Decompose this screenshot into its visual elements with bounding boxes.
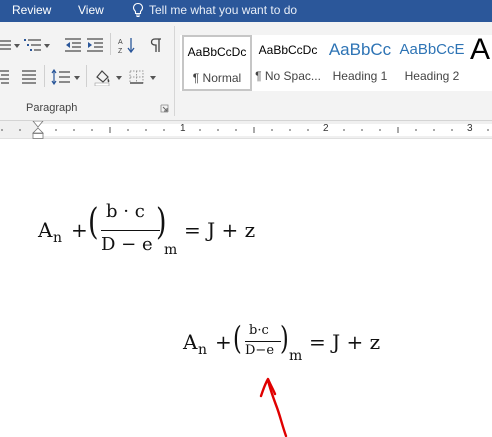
style-sample: AaBbCcE: [399, 41, 465, 58]
line-spacing-button[interactable]: [50, 67, 72, 87]
bullets-icon: [0, 40, 11, 50]
dialog-launcher-icon[interactable]: [160, 104, 169, 113]
eq-numerator: b·c: [249, 323, 269, 338]
eq-right-side: = J + z: [184, 218, 256, 242]
ruler-number: 2: [323, 123, 329, 134]
increase-indent-button[interactable]: [84, 35, 106, 55]
shading-button[interactable]: [92, 67, 114, 87]
eq-variable-a: A: [38, 218, 53, 242]
chevron-down-icon[interactable]: [14, 44, 20, 48]
shading-icon: [94, 70, 110, 86]
svg-text:A: A: [118, 39, 123, 46]
eq-denominator: D − e: [101, 234, 153, 255]
ribbon: A Z Paragraph AaBbCcDc ¶ Normal AaBbCcDc…: [0, 22, 492, 121]
tab-view[interactable]: View: [78, 3, 104, 17]
align-right-button[interactable]: [0, 67, 16, 87]
svg-text:Z: Z: [118, 48, 123, 54]
style-title[interactable]: A: [470, 35, 492, 91]
group-separator: [174, 26, 175, 116]
chevron-down-icon[interactable]: [44, 44, 50, 48]
align-right-icon: [0, 70, 9, 84]
ribbon-tab-bar: Review View Tell me what you want to do: [0, 0, 492, 22]
chevron-down-icon[interactable]: [74, 76, 80, 80]
eq-subscript-m: m: [289, 348, 303, 364]
style-heading-1[interactable]: AaBbCc Heading 1: [326, 35, 394, 91]
eq-denominator: D−e: [245, 343, 275, 358]
chevron-down-icon[interactable]: [150, 76, 156, 80]
style-sample: A: [470, 35, 491, 66]
eq-fraction-bar: [101, 230, 160, 232]
divider: [110, 33, 111, 55]
increase-indent-icon: [87, 38, 103, 52]
ruler-number: 3: [467, 123, 473, 134]
chevron-down-icon[interactable]: [116, 76, 122, 80]
style-no-spacing[interactable]: AaBbCcDc ¶ No Spac...: [254, 35, 322, 91]
justify-button[interactable]: [18, 67, 40, 87]
eq-right-paren: ): [156, 202, 167, 243]
justify-icon: [22, 70, 36, 84]
eq-subscript-m: m: [164, 242, 178, 258]
eq-numerator: b · c: [106, 201, 145, 222]
style-normal[interactable]: AaBbCcDc ¶ Normal: [182, 35, 252, 91]
decrease-indent-icon: [65, 38, 81, 52]
eq-subscript-n: n: [198, 342, 208, 358]
red-annotation-arrow-icon: [259, 377, 288, 437]
divider: [86, 65, 87, 87]
eq-left-paren: (: [88, 202, 99, 243]
equation-display[interactable]: A n + ( b · c D − e ) m = J + z: [38, 198, 258, 268]
eq-plus: +: [215, 330, 232, 354]
equation-compact[interactable]: A n + ( b·c D−e ) m = J + z: [183, 318, 383, 378]
tab-review[interactable]: Review: [12, 3, 51, 17]
decrease-indent-button[interactable]: [62, 35, 84, 55]
line-spacing-icon: [51, 69, 70, 85]
ruler-number: 1: [180, 123, 186, 134]
divider: [44, 65, 45, 87]
style-name: ¶ Normal: [192, 71, 242, 85]
lightbulb-icon: [132, 2, 144, 17]
eq-plus: +: [71, 218, 88, 242]
ruler-ticks: [1, 127, 489, 133]
eq-fraction-bar: [245, 341, 281, 342]
tell-me-placeholder: Tell me what you want to do: [149, 3, 298, 17]
style-sample: AaBbCcDc: [187, 45, 247, 59]
tell-me-search[interactable]: Tell me what you want to do: [131, 2, 297, 18]
document-page[interactable]: A n + ( b · c D − e ) m = J + z A n + ( …: [0, 140, 492, 437]
sort-icon: A Z: [118, 38, 135, 54]
paragraph-group-label: Paragraph: [26, 102, 78, 114]
style-name: Heading 2: [404, 69, 460, 83]
sort-button[interactable]: A Z: [116, 35, 138, 55]
style-heading-2[interactable]: AaBbCcE Heading 2: [398, 35, 466, 91]
styles-gallery: AaBbCcDc ¶ Normal AaBbCcDc ¶ No Spac... …: [180, 35, 492, 91]
horizontal-ruler[interactable]: 1 2 3: [0, 121, 492, 139]
borders-icon: [129, 70, 144, 84]
eq-subscript-n: n: [53, 230, 63, 246]
show-formatting-marks-icon: [150, 38, 161, 52]
style-name: ¶ No Spac...: [255, 69, 321, 83]
eq-left-paren: (: [233, 319, 242, 357]
show-hide-marks-button[interactable]: [146, 35, 168, 55]
eq-right-paren: ): [280, 319, 289, 357]
multilevel-list-icon: [24, 39, 41, 51]
style-sample: AaBbCc: [328, 40, 392, 59]
eq-variable-a: A: [183, 330, 198, 354]
eq-right-side: = J + z: [309, 330, 381, 354]
multilevel-list-button[interactable]: [22, 35, 44, 55]
indent-marker-icon[interactable]: [32, 121, 44, 139]
style-name: Heading 1: [332, 69, 388, 83]
borders-button[interactable]: [126, 67, 148, 87]
style-sample: AaBbCcDc: [258, 43, 318, 57]
